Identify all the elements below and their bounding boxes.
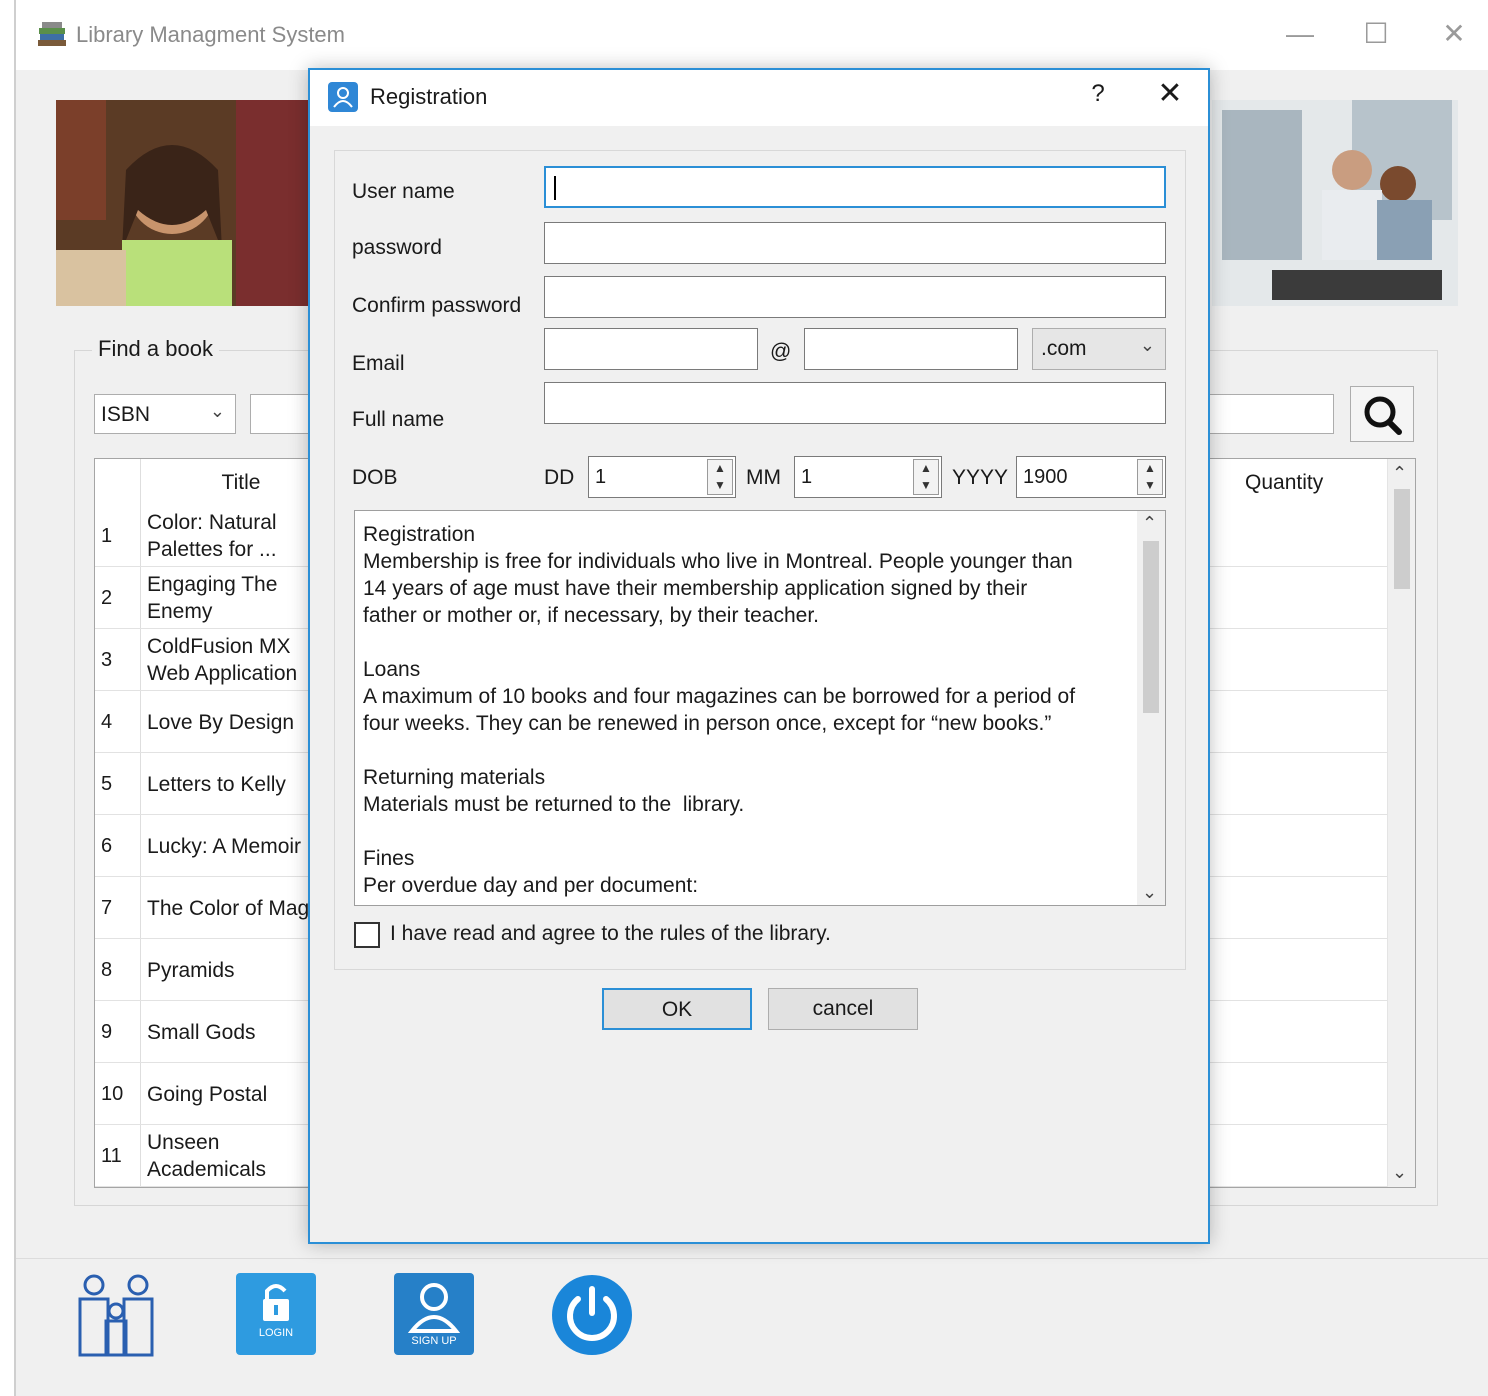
- scrollbar-thumb[interactable]: [1394, 489, 1410, 589]
- registration-dialog: Registration ? ✕ User name password Conf…: [308, 68, 1210, 1244]
- spin-arrows-icon[interactable]: ▲ ▼: [707, 459, 733, 495]
- login-button[interactable]: LOGIN: [236, 1273, 316, 1360]
- password-field[interactable]: [544, 222, 1166, 264]
- login-icon: [236, 1273, 316, 1355]
- search-button[interactable]: [1350, 386, 1414, 442]
- row-number: 6: [101, 834, 113, 857]
- main-window-title: Library Managment System: [76, 22, 345, 47]
- row-number: 8: [101, 958, 113, 981]
- chevron-down-icon[interactable]: ⌄: [1392, 1162, 1407, 1183]
- banner-image-left: [56, 100, 324, 306]
- email-tld-select[interactable]: .com ⌄: [1032, 328, 1166, 370]
- confirm-password-field[interactable]: [544, 276, 1166, 318]
- power-button[interactable]: [550, 1273, 634, 1362]
- dd-label: DD: [544, 466, 575, 489]
- column-header-quantity[interactable]: Quantity: [1205, 459, 1405, 505]
- year-spinbox[interactable]: 1900 ▲ ▼: [1016, 456, 1166, 498]
- row-title: Going Postal: [147, 1082, 268, 1106]
- month-value: 1: [801, 466, 813, 488]
- signup-button[interactable]: SIGN UP: [394, 1273, 474, 1360]
- row-title: ColdFusion MX Web Application: [147, 635, 298, 685]
- fullname-label: Full name: [352, 408, 445, 431]
- agree-checkbox[interactable]: [354, 922, 380, 948]
- row-number: 5: [101, 772, 113, 795]
- yyyy-label: YYYY: [952, 466, 1009, 489]
- table-scrollbar[interactable]: ⌃ ⌄: [1387, 459, 1415, 1187]
- row-title: Love By Design: [147, 710, 295, 734]
- books-stack-icon: [38, 22, 66, 46]
- maximize-button[interactable]: ☐: [1356, 14, 1396, 54]
- mm-label: MM: [746, 466, 781, 489]
- text-caret: [554, 176, 556, 200]
- username-label: User name: [352, 180, 455, 203]
- dialog-titlebar: Registration ? ✕: [310, 70, 1208, 126]
- login-label: LOGIN: [258, 1327, 294, 1339]
- row-number: 7: [101, 896, 113, 919]
- row-title: Engaging The Enemy: [147, 573, 278, 623]
- chevron-down-icon: ⌄: [209, 401, 225, 421]
- chevron-up-icon[interactable]: ⌃: [1392, 463, 1407, 484]
- fullname-field[interactable]: [544, 382, 1166, 424]
- confirm-password-label: Confirm password: [352, 294, 522, 317]
- search-icon: [1364, 396, 1402, 435]
- day-value: 1: [595, 466, 607, 488]
- row-title: Color: Natural Palettes for ...: [147, 511, 277, 561]
- row-title: Unseen Academicals: [147, 1131, 267, 1181]
- bottom-toolbar: LOGIN SIGN UP: [16, 1258, 1488, 1396]
- dialog-title: Registration: [370, 84, 488, 109]
- find-book-legend: Find a book: [92, 336, 219, 362]
- rules-text: Registration Membership is free for indi…: [363, 523, 1076, 897]
- email-label: Email: [352, 352, 405, 375]
- spin-arrows-icon[interactable]: ▲ ▼: [913, 459, 939, 495]
- dialog-close-button[interactable]: ✕: [1152, 76, 1188, 111]
- agree-label[interactable]: I have read and agree to the rules of th…: [390, 922, 831, 946]
- chevron-up-icon[interactable]: ⌃: [1142, 513, 1157, 534]
- spin-arrows-icon[interactable]: ▲ ▼: [1137, 459, 1163, 495]
- close-button[interactable]: ✕: [1434, 14, 1474, 54]
- banner-image-right: [1212, 100, 1458, 306]
- registration-user-icon: [328, 82, 358, 112]
- power-icon: [552, 1275, 632, 1355]
- row-title: Letters to Kelly: [147, 772, 286, 796]
- cancel-button[interactable]: cancel: [768, 988, 918, 1030]
- scrollbar-thumb[interactable]: [1143, 541, 1159, 713]
- username-field[interactable]: [544, 166, 1166, 208]
- minimize-button[interactable]: —: [1280, 14, 1320, 54]
- rules-textbox[interactable]: Registration Membership is free for indi…: [354, 510, 1166, 906]
- signup-label: SIGN UP: [411, 1335, 457, 1347]
- row-title: Pyramids: [147, 958, 235, 982]
- row-title: The Color of Mag: [147, 896, 310, 920]
- row-number: 11: [101, 1144, 122, 1167]
- ok-button[interactable]: OK: [602, 988, 752, 1030]
- year-value: 1900: [1023, 466, 1068, 488]
- row-number: 2: [101, 586, 113, 609]
- day-spinbox[interactable]: 1 ▲ ▼: [588, 456, 736, 498]
- row-number: 4: [101, 710, 113, 733]
- rules-scrollbar[interactable]: ⌃ ⌄: [1137, 511, 1165, 905]
- row-title: Lucky: A Memoir: [147, 834, 302, 858]
- search-type-value: ISBN: [101, 403, 151, 426]
- row-number: 3: [101, 648, 113, 671]
- family-icon: [78, 1274, 154, 1357]
- at-sign: @: [770, 340, 792, 363]
- month-spinbox[interactable]: 1 ▲ ▼: [794, 456, 942, 498]
- row-number: 1: [101, 524, 113, 547]
- row-number: 10: [101, 1082, 124, 1105]
- row-number: 9: [101, 1020, 113, 1043]
- row-title: Small Gods: [147, 1020, 256, 1044]
- main-titlebar: Library Managment System — ☐ ✕: [16, 0, 1488, 70]
- dob-label: DOB: [352, 466, 398, 489]
- search-type-select[interactable]: ISBN ⌄: [94, 394, 236, 434]
- email-user-field[interactable]: [544, 328, 758, 370]
- password-label: password: [352, 236, 442, 259]
- help-button[interactable]: ?: [1086, 80, 1110, 108]
- chevron-down-icon[interactable]: ⌄: [1142, 882, 1157, 903]
- members-button[interactable]: [74, 1271, 158, 1366]
- email-domain-field[interactable]: [804, 328, 1018, 370]
- email-tld-value: .com: [1041, 337, 1087, 360]
- chevron-down-icon: ⌄: [1139, 335, 1155, 355]
